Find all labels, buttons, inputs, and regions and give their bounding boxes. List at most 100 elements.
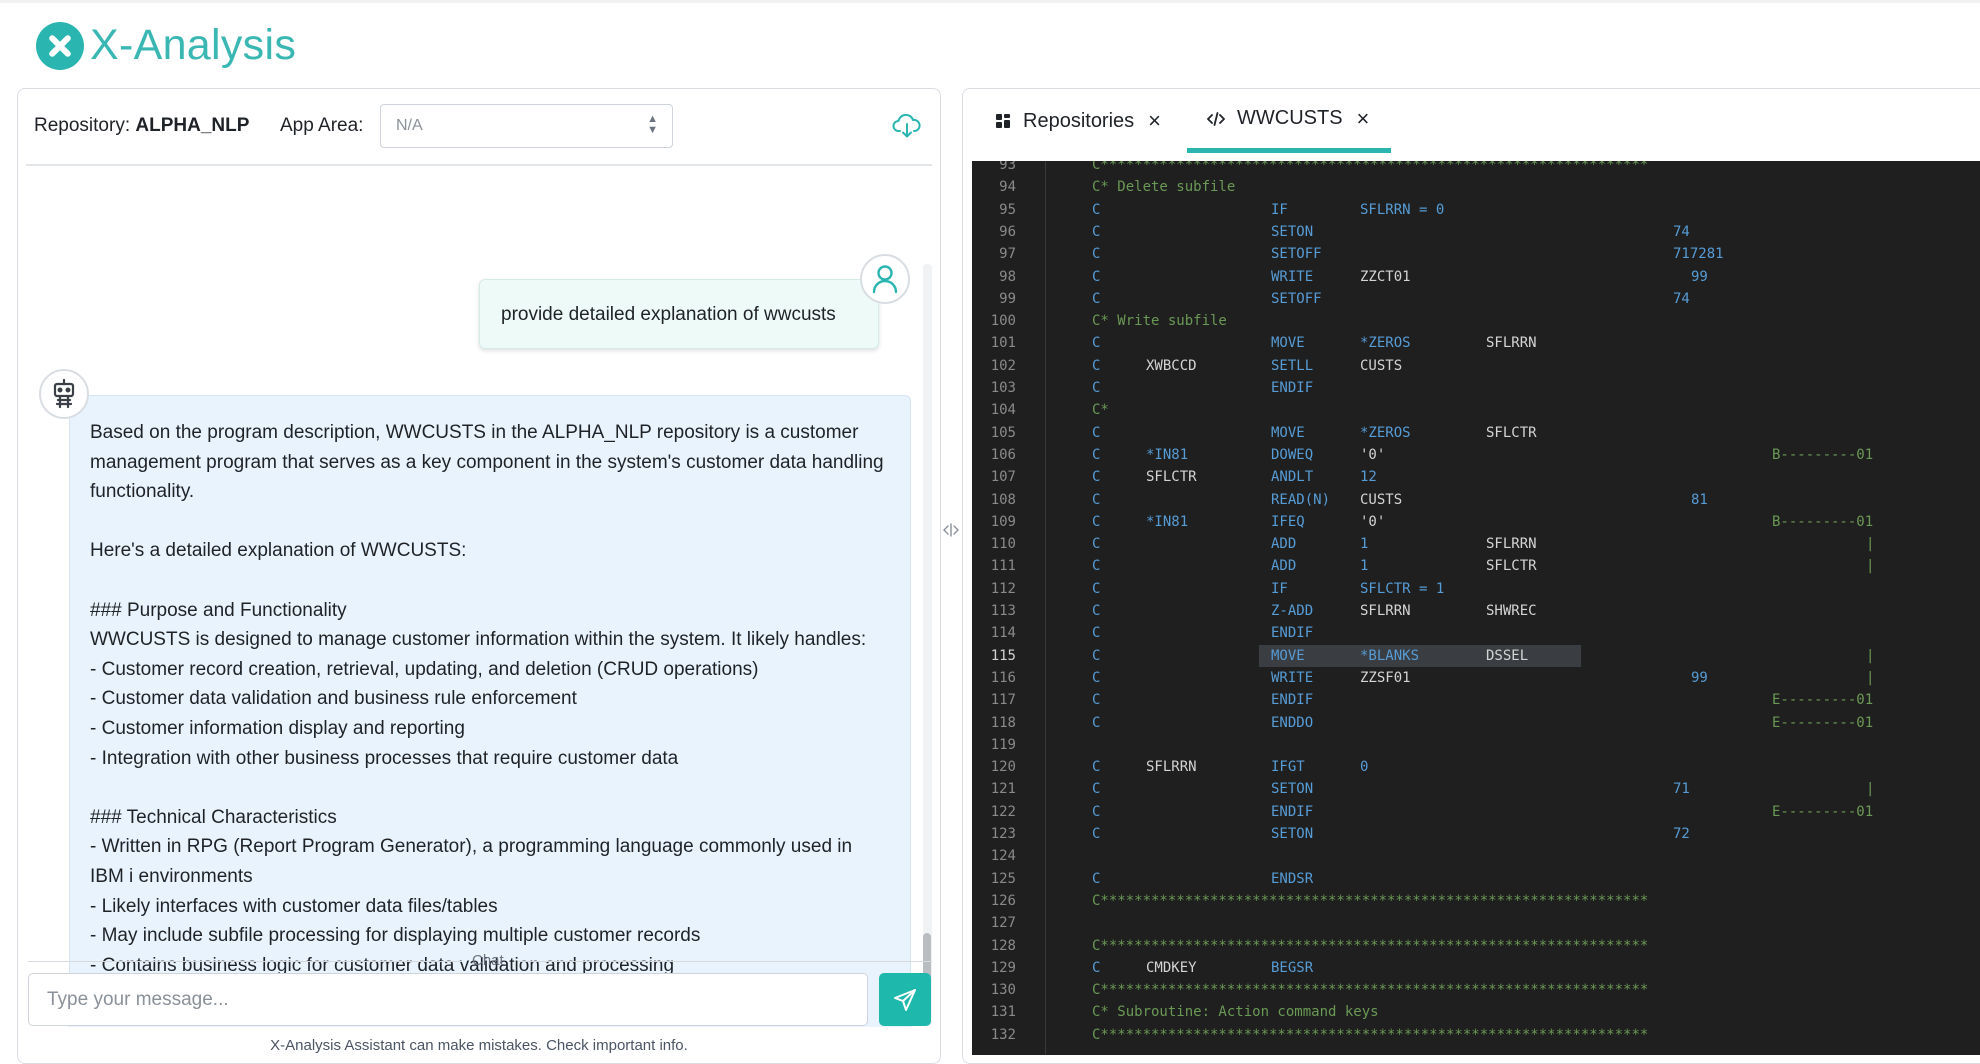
chat-scrollbar[interactable]	[923, 264, 932, 1026]
code-indicator: 81	[1691, 491, 1708, 508]
assistant-message-text: Based on the program description, WWCUST…	[90, 422, 884, 976]
code-factor2: CUSTS	[1360, 357, 1403, 374]
chat-message-input[interactable]	[28, 973, 868, 1026]
code-line[interactable]: 131 C* Subroutine: Action command keys	[972, 1001, 1980, 1023]
code-block-marker: |	[1866, 558, 1875, 575]
code-line[interactable]: 95 C IF SFLRRN = 0	[972, 199, 1980, 221]
code-line[interactable]: 126 C************************************…	[972, 890, 1980, 912]
code-spec: C	[1092, 759, 1101, 776]
code-line[interactable]: 123 C SETON 72	[972, 823, 1980, 845]
code-line[interactable]: 101 C MOVE *ZEROS SFLRRN	[972, 332, 1980, 354]
code-line[interactable]: 98 C WRITE ZZCT01 99	[972, 266, 1980, 288]
code-block-marker: |	[1866, 781, 1875, 798]
line-number: 120	[990, 759, 1016, 776]
code-indicator: 717281	[1673, 246, 1724, 263]
code-opcode: WRITE	[1271, 669, 1314, 686]
code-opcode: BEGSR	[1271, 959, 1314, 976]
editor-tabs: Repositories × WWCUSTS ×	[963, 89, 1980, 153]
code-factor2: 12	[1360, 469, 1377, 486]
code-line[interactable]: 119	[972, 734, 1980, 756]
code-spec: C	[1092, 870, 1101, 887]
code-line[interactable]: 124	[972, 845, 1980, 867]
line-number: 115	[990, 647, 1016, 664]
code-line[interactable]: 118 C ENDDO E---------01	[972, 712, 1980, 734]
line-number: 119	[990, 736, 1016, 753]
code-line[interactable]: 130 C************************************…	[972, 979, 1980, 1001]
code-opcode: IF	[1271, 580, 1288, 597]
code-indicator: 99	[1691, 669, 1708, 686]
code-spec: C	[1092, 246, 1101, 263]
chat-messages[interactable]: provide detailed explanation of wwcusts …	[18, 169, 940, 1027]
code-line[interactable]: 102 C XWBCCD SETLL CUSTS	[972, 355, 1980, 377]
code-line[interactable]: 96 C SETON 74	[972, 221, 1980, 243]
code-line[interactable]: 103 C ENDIF	[972, 377, 1980, 399]
line-number: 112	[990, 580, 1016, 597]
code-line[interactable]: 113 C Z-ADD SFLRRN SHWREC	[972, 600, 1980, 622]
code-line[interactable]: 110 C ADD 1 SFLRRN |	[972, 533, 1980, 555]
code-line[interactable]: 116 C WRITE ZZSF01 99 |	[972, 667, 1980, 689]
close-icon[interactable]: ×	[1148, 108, 1161, 134]
cloud-download-icon[interactable]	[892, 113, 922, 139]
code-spec: C	[1092, 692, 1101, 709]
code-comment: C* Subroutine: Action command keys	[1092, 1004, 1379, 1021]
code-line[interactable]: 115 C MOVE *BLANKS DSSEL |	[972, 644, 1980, 667]
code-result: SFLCTR	[1486, 558, 1537, 575]
code-line[interactable]: 112 C IF SFLCTR = 1	[972, 578, 1980, 600]
line-number: 103	[990, 380, 1016, 396]
code-line[interactable]: 108 C READ(N) CUSTS 81	[972, 489, 1980, 511]
code-spec: C	[1092, 803, 1101, 820]
code-spec: C	[1092, 714, 1101, 731]
code-line[interactable]: 121 C SETON 71 |	[972, 778, 1980, 800]
code-comment: C***************************************…	[1092, 982, 1649, 999]
code-line[interactable]: 132 C************************************…	[972, 1024, 1980, 1046]
code-line[interactable]: 111 C ADD 1 SFLCTR |	[972, 555, 1980, 577]
panel-resize-handle[interactable]	[941, 522, 961, 552]
code-spec: C	[1092, 290, 1101, 307]
code-opcode: SETOFF	[1271, 246, 1322, 263]
code-line[interactable]: 122 C ENDIF E---------01	[972, 801, 1980, 823]
code-factor1: CMDKEY	[1146, 959, 1197, 976]
code-line[interactable]: 127	[972, 912, 1980, 934]
code-line[interactable]: 125 C ENDSR	[972, 868, 1980, 890]
code-line[interactable]: 128 C************************************…	[972, 935, 1980, 957]
tab-wwcusts-label: WWCUSTS	[1237, 107, 1343, 129]
code-factor2: *ZEROS	[1360, 335, 1411, 352]
code-line[interactable]: 114 C ENDIF	[972, 622, 1980, 644]
code-line[interactable]: 105 C MOVE *ZEROS SFLCTR	[972, 422, 1980, 444]
send-button[interactable]	[879, 973, 931, 1026]
code-line[interactable]: 106 C *IN81 DOWEQ '0' B---------01	[972, 444, 1980, 466]
code-line[interactable]: 109 C *IN81 IFEQ '0' B---------01	[972, 511, 1980, 533]
code-line[interactable]: 104 C*	[972, 399, 1980, 421]
code-spec: C	[1092, 959, 1101, 976]
editor-panel: Repositories × WWCUSTS × 93 C************…	[962, 88, 1980, 1064]
close-icon[interactable]: ×	[1357, 106, 1370, 132]
code-spec: C	[1092, 536, 1101, 553]
code-opcode: SETON	[1271, 781, 1314, 798]
app-logo[interactable]: X-Analysis	[36, 21, 296, 70]
code-line[interactable]: 94 C* Delete subfile	[972, 176, 1980, 198]
code-line[interactable]: 100 C* Write subfile	[972, 310, 1980, 332]
code-opcode: READ(N)	[1271, 491, 1331, 508]
code-opcode: IF	[1271, 201, 1288, 218]
code-spec: C	[1092, 335, 1101, 352]
app-header: X-Analysis	[0, 0, 1980, 88]
code-indicator: 74	[1673, 223, 1690, 240]
code-line[interactable]: 129 C CMDKEY BEGSR	[972, 957, 1980, 979]
app-area-select[interactable]: N/A ▲ ▼	[380, 104, 673, 148]
code-editor[interactable]: 93 C*************************************…	[972, 161, 1980, 1055]
tab-repositories[interactable]: Repositories ×	[995, 89, 1161, 153]
code-block-marker: E---------01	[1772, 692, 1874, 709]
code-line[interactable]: 93 C*************************************…	[972, 161, 1980, 176]
code-line[interactable]: 120 C SFLRRN IFGT 0	[972, 756, 1980, 778]
code-line[interactable]: 97 C SETOFF 717281	[972, 243, 1980, 265]
code-factor2: SFLRRN = 0	[1360, 201, 1445, 218]
tab-wwcusts[interactable]: WWCUSTS ×	[1187, 89, 1391, 153]
code-spec: C	[1092, 424, 1101, 441]
line-number: 116	[990, 669, 1016, 686]
line-number: 110	[990, 536, 1016, 553]
code-line[interactable]: 117 C ENDIF E---------01	[972, 689, 1980, 711]
repository-bar: Repository: ALPHA_NLP App Area: N/A ▲ ▼	[18, 89, 940, 166]
code-line[interactable]: 107 C SFLCTR ANDLT 12	[972, 466, 1980, 488]
grid-icon	[995, 113, 1011, 129]
code-line[interactable]: 99 C SETOFF 74	[972, 288, 1980, 310]
